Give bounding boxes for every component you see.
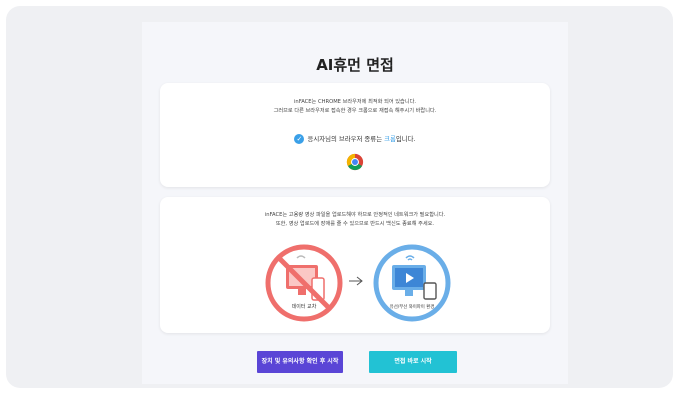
- browser-status-name: 크롬: [384, 135, 396, 143]
- page-title: AI휴먼 면접: [316, 56, 394, 74]
- start-interview-button[interactable]: 면접 바로 시작: [369, 351, 457, 373]
- chrome-icon: [346, 153, 364, 171]
- browser-status-prefix: 응시자님의 브라우저 종류는: [307, 135, 385, 143]
- no-mobile-data-icon: 데이터 교차: [265, 244, 343, 322]
- browser-info-line-1: inFACE는 CHROME 브라우저에 최적화 되어 있습니다.: [293, 99, 417, 105]
- browser-info-line-2: 그러므로 다른 브라우저로 접속한 경우 크롬으로 재접속 해주시기 바랍니다.: [273, 108, 437, 114]
- network-check-card: inFACE는 고용량 영상 파일을 업로드해야 하므로 안정적인 네트워크가 …: [160, 197, 550, 333]
- outer-frame: AI휴먼 면접 inFACE는 CHROME 브라우저에 최적화 되어 있습니다…: [6, 6, 673, 388]
- browser-status: ✓ 응시자님의 브라우저 종류는 크롬입니다.: [160, 134, 550, 144]
- good-network-label: 유선/무선 와이파이 환경: [390, 303, 435, 310]
- interview-panel: AI휴먼 면접 inFACE는 CHROME 브라우저에 최적화 되어 있습니다…: [142, 22, 568, 384]
- wifi-computer-icon: 유선/무선 와이파이 환경: [373, 244, 451, 322]
- arrow-right-icon: [349, 276, 363, 286]
- browser-status-suffix: 입니다.: [395, 135, 416, 143]
- check-devices-start-button[interactable]: 장치 및 유의사항 확인 후 시작: [257, 351, 343, 373]
- browser-check-card: inFACE는 CHROME 브라우저에 최적화 되어 있습니다. 그러므로 다…: [160, 83, 550, 187]
- bad-network-label: 데이터 교차: [292, 303, 317, 310]
- check-circle-icon: ✓: [294, 134, 305, 144]
- network-info-line-1: inFACE는 고용량 영상 파일을 업로드해야 하므로 안정적인 네트워크가 …: [264, 212, 446, 218]
- network-info-line-2: 또한, 영상 업로드에 장애를 줄 수 있으므로 반드시 백신도 종료해 주세요…: [275, 221, 435, 227]
